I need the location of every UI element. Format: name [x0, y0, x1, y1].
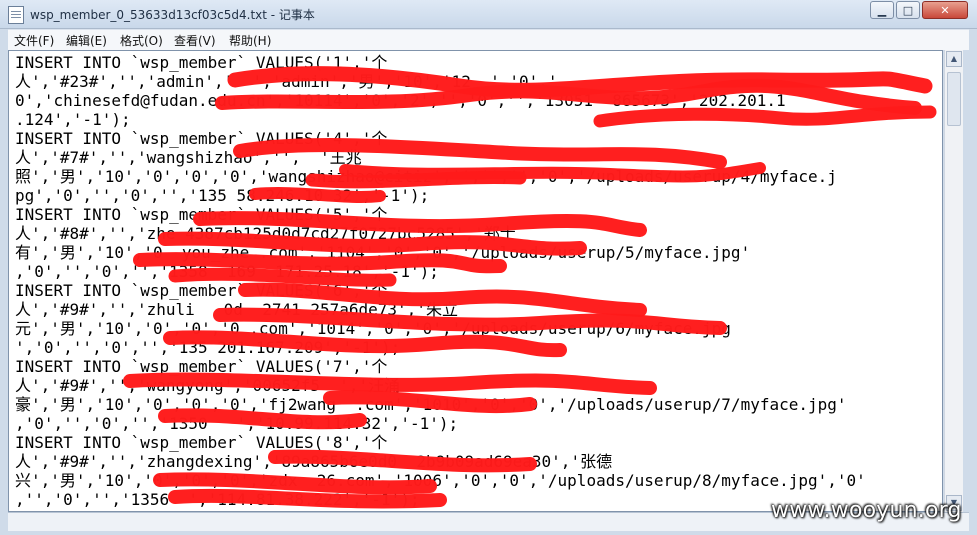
vertical-scrollbar[interactable]: ▲ ▼ [944, 50, 963, 512]
scroll-up-icon[interactable]: ▲ [946, 51, 962, 67]
maximize-icon: □ [902, 3, 914, 17]
editor-line: .124','-1'); [15, 110, 131, 129]
scroll-thumb[interactable] [947, 72, 961, 126]
watermark: www.wooyun.org [771, 498, 962, 523]
editor-line: 兴','男','10','0','0','0','zdx 26.com','10… [15, 471, 866, 490]
editor-line: INSERT INTO `wsp_member` VALUES('8','个 [15, 433, 388, 452]
menu-help[interactable]: 帮助(H) [229, 32, 271, 49]
editor-line: 人','#7#','','wangshizhao','', '王兆 [15, 148, 362, 167]
menu-edit[interactable]: 编辑(E) [66, 32, 107, 49]
close-icon: ✕ [940, 3, 950, 17]
editor-line: 人','#8#','','zhe 4387cb125d0d7cd27f0727b… [15, 224, 516, 243]
menu-bar: 文件(F) 编辑(E) 格式(O) 查看(V) 帮助(H) [8, 29, 969, 50]
editor-line: 元','男','10','0','0','0 .com','1014','0',… [15, 319, 731, 338]
editor-line: 有','男','10','0 you_zhe .com','1104','0',… [15, 243, 751, 262]
editor-line: ,'0','','0','','1358 169 171.25.18','-1'… [15, 262, 439, 281]
menu-format[interactable]: 格式(O) [120, 32, 163, 49]
menu-file[interactable]: 文件(F) [14, 32, 54, 49]
notepad-window: wsp_member_0_53633d13cf03c5d4.txt - 记事本 … [0, 0, 977, 535]
editor-line: ','0','','0','','135 201.167.209','-1'); [15, 338, 401, 357]
editor-line: 照','男','10','0','0','0','wangshizhao@cit… [15, 167, 837, 186]
editor-line: 人','#9#','','zhuli 0d 2741 257a6de73','朱… [15, 300, 458, 319]
editor-line: ,'','0','','1356 ','114.81.38.222','-1')… [15, 490, 420, 509]
editor-line: INSERT INTO `wsp_member` VALUES('6','个 [15, 281, 388, 300]
minimize-button[interactable]: ▁ [870, 1, 894, 19]
editor-line: INSERT INTO `wsp_member` VALUES('7','个 [15, 357, 388, 376]
editor-line: 0','chinesefd@fudan.edu.cn','10114','0',… [15, 91, 786, 110]
notepad-icon [8, 6, 24, 24]
window-title: wsp_member_0_53633d13cf03c5d4.txt - 记事本 [30, 8, 315, 22]
text-editor-area[interactable]: INSERT INTO `wsp_member` VALUES('1','个 人… [8, 50, 943, 512]
minimize-icon: ▁ [877, 3, 887, 17]
title-bar[interactable]: wsp_member_0_53633d13cf03c5d4.txt - 记事本 … [0, 0, 977, 29]
editor-line: INSERT INTO `wsp_member` VALUES('4','个 [15, 129, 388, 148]
editor-line: 人','#9#','','wangyong','00652f5 ','汪涌 [15, 376, 401, 395]
editor-line: 豪','男','10','0','0','0','fj2wang .com','… [15, 395, 847, 414]
editor-line: pg','0','','0','','135 58.246.10 32','-1… [15, 186, 430, 205]
editor-line: ,'0','','0','','1350 ','10.99.114.32','-… [15, 414, 459, 433]
maximize-button[interactable]: □ [896, 1, 920, 19]
editor-line: INSERT INTO `wsp_member` VALUES('5','个 [15, 205, 388, 224]
menu-view[interactable]: 查看(V) [174, 32, 216, 49]
editor-line: 人','#23#','','admin',' ','admin','男','10… [15, 72, 558, 91]
editor-line: INSERT INTO `wsp_member` VALUES('1','个 [15, 53, 388, 72]
close-button[interactable]: ✕ [922, 1, 968, 19]
editor-line: 人','#9#','','zhangdexing','89a865b6e0d0 … [15, 452, 613, 471]
